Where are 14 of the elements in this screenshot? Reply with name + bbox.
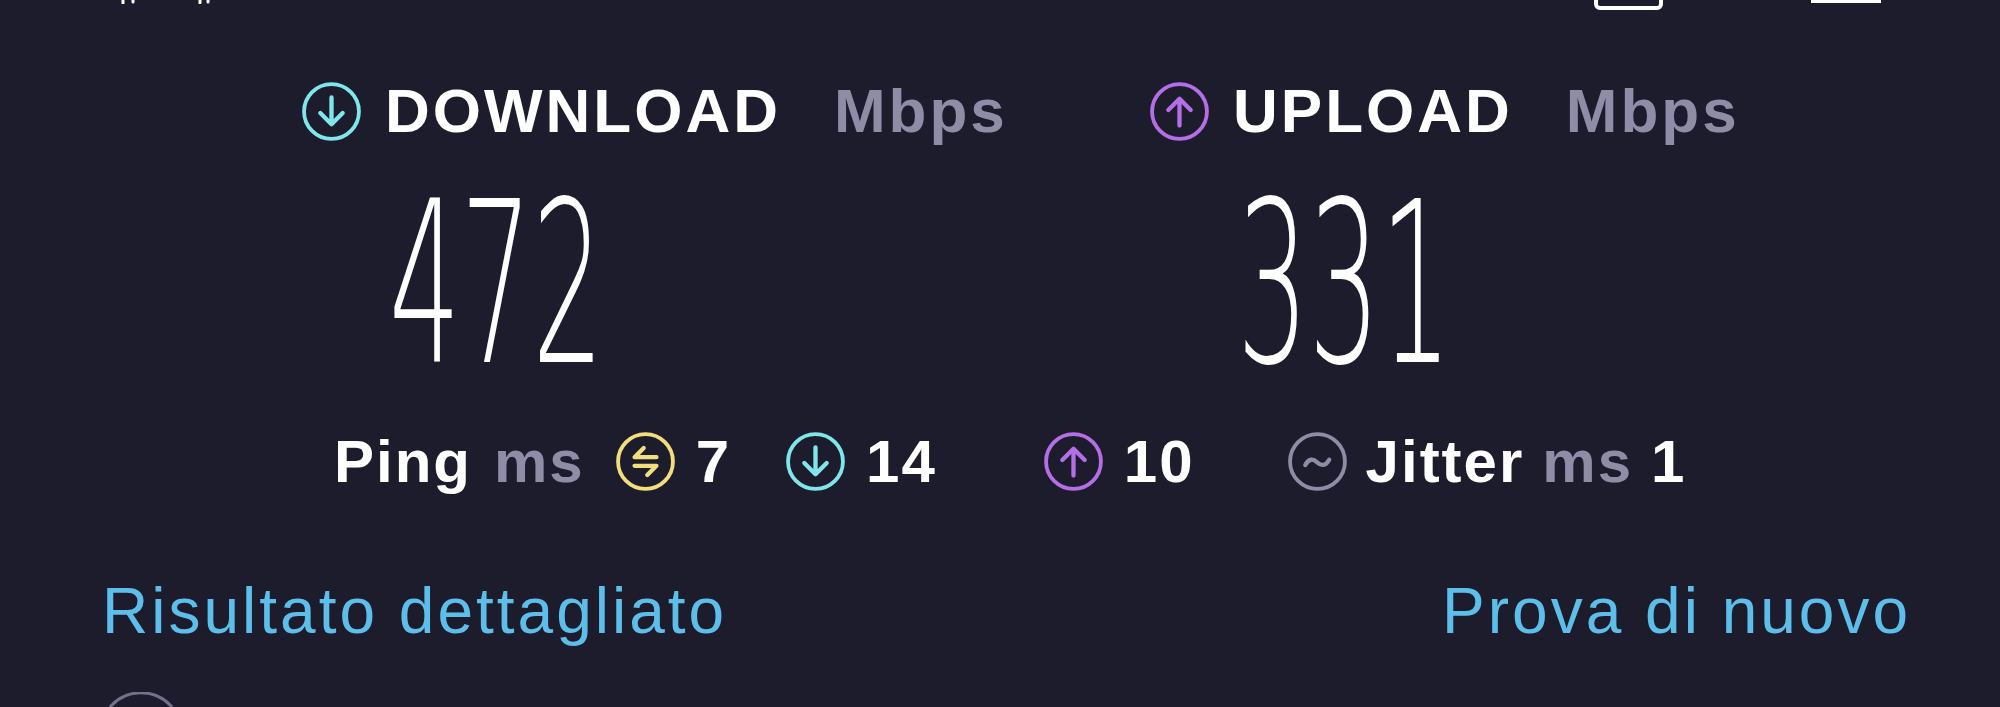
wave-circle-icon [1286,431,1348,492]
ping-value: 14 [866,431,937,492]
speed-label: DOWNLOAD [385,80,781,142]
speed-label: UPLOAD [1233,80,1513,142]
unit-label: ms [494,431,585,492]
jitter-label: Jitter [1365,431,1525,492]
unit-label: ms [1542,431,1634,492]
ping-label: Ping [334,431,472,492]
retry-link[interactable]: Prova di nuovo [1442,579,1911,643]
speed-value: 331 [1237,172,1452,397]
ping-value: 7 [695,431,732,492]
ping-value: 10 [1123,431,1195,492]
speed-value: 472 [389,172,604,397]
jitter-value: 1 [1651,431,1687,492]
